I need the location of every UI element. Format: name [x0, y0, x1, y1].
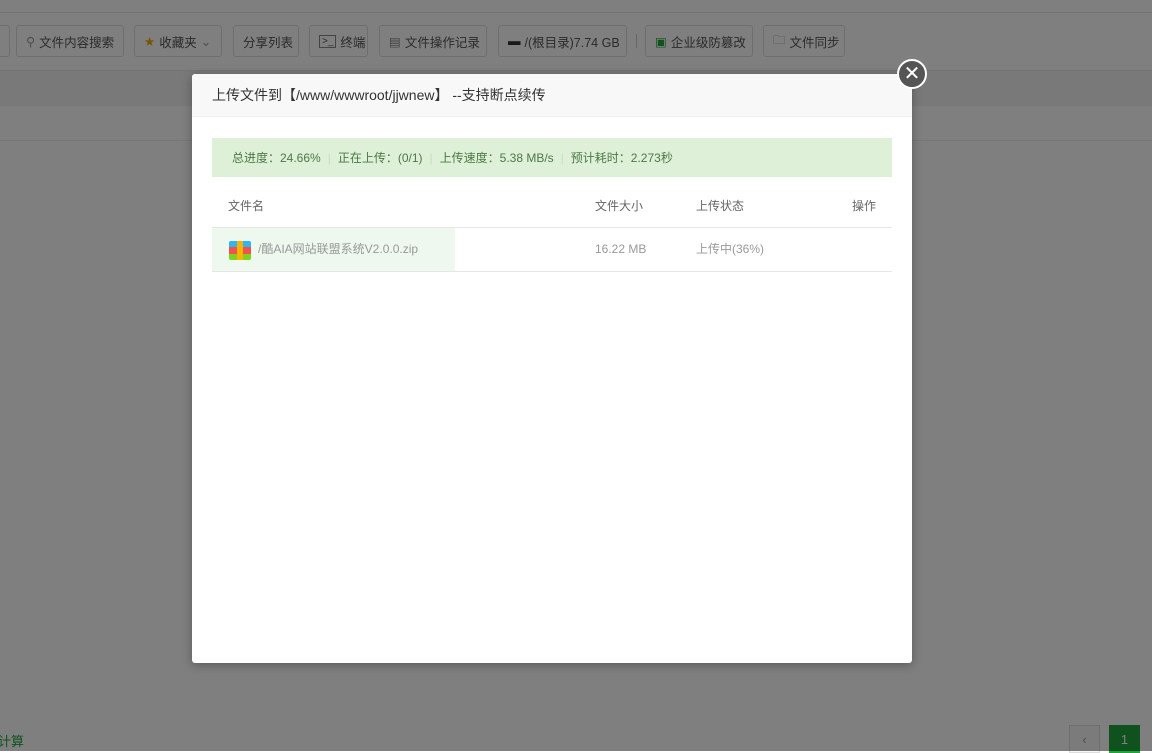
uploading-count: 正在上传：(0/1)	[337, 151, 423, 165]
upload-speed: 上传速度：5.38 MB/s	[439, 151, 554, 165]
column-size: 文件大小	[595, 199, 644, 213]
table-row: /酷AIA网站联盟系统V2.0.0.zip 16.22 MB 上传中(36%)	[212, 228, 892, 272]
column-actions: 操作	[852, 199, 877, 213]
total-progress: 总进度：24.66%	[232, 151, 321, 165]
column-status: 上传状态	[696, 199, 745, 213]
upload-status: 上传中(36%)	[696, 242, 765, 256]
upload-progress-summary: 总进度：24.66% | 正在上传：(0/1) | 上传速度：5.38 MB/s | …	[212, 138, 892, 177]
table-header: 文件名 文件大小 上传状态 操作	[212, 185, 892, 228]
dialog-title: 上传文件到【/www/wwwroot/jjwnew】 --支持断点续传	[192, 74, 912, 117]
column-name: 文件名	[228, 199, 265, 213]
estimated-time: 预计耗时：2.273秒	[570, 151, 673, 165]
file-size: 16.22 MB	[595, 242, 647, 256]
upload-dialog: 上传文件到【/www/wwwroot/jjwnew】 --支持断点续传 总进度：…	[192, 74, 912, 663]
zip-file-icon	[229, 241, 251, 260]
file-name: /酷AIA网站联盟系统V2.0.0.zip	[258, 242, 419, 256]
close-icon[interactable]: ✕	[897, 59, 927, 89]
